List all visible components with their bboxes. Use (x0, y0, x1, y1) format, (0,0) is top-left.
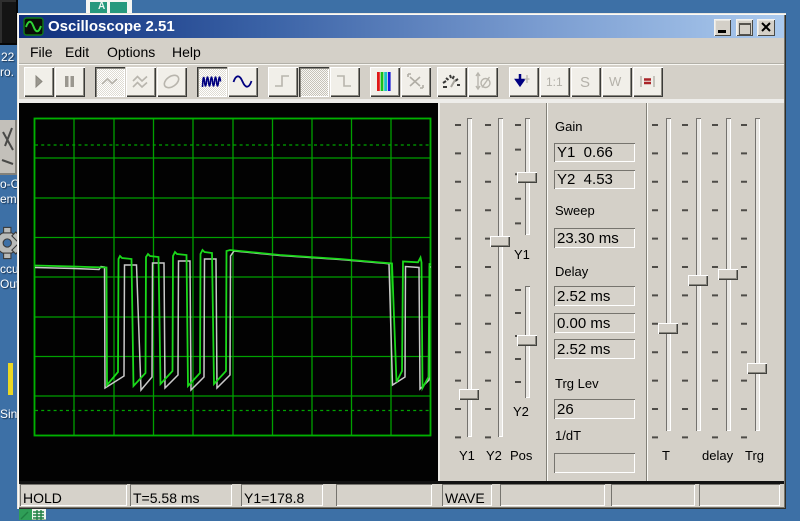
svg-text:S: S (580, 74, 590, 91)
svg-text:1:1: 1:1 (546, 75, 563, 89)
svg-text:W: W (609, 74, 622, 89)
